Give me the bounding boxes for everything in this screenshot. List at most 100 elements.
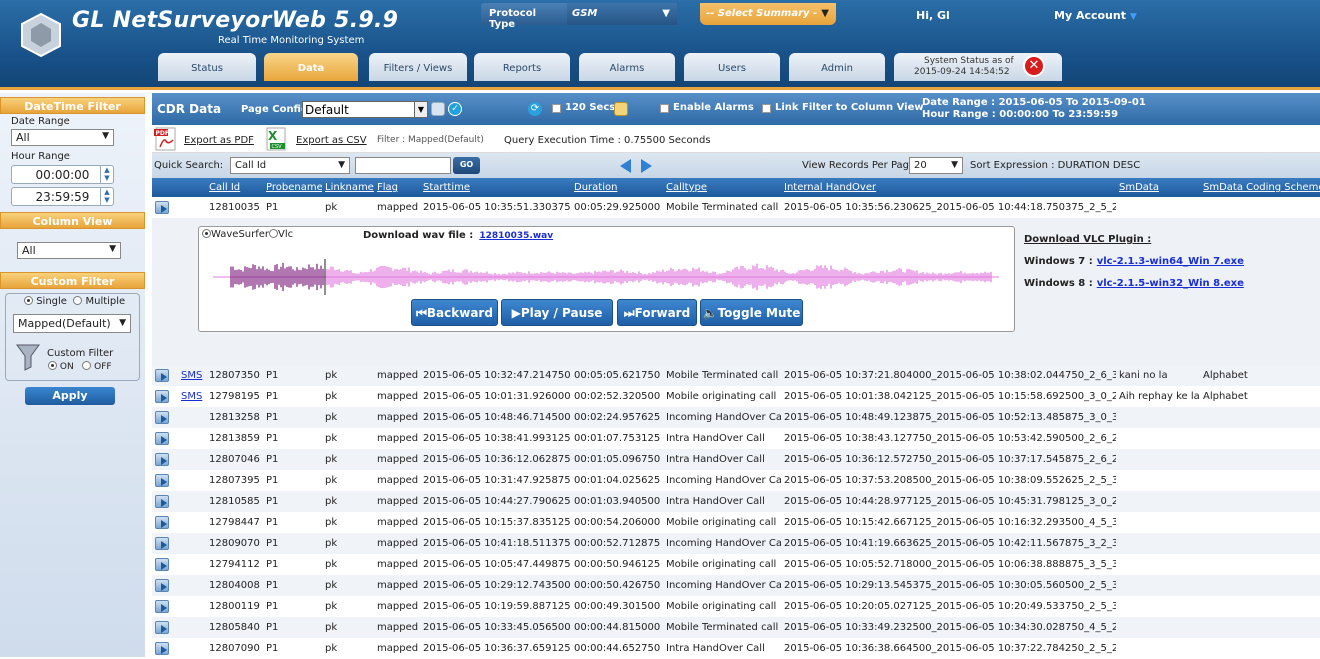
cell-probename: P1 <box>263 407 322 428</box>
waveform[interactable] <box>213 257 999 297</box>
row-expand-icon[interactable] <box>155 495 169 508</box>
table-row[interactable]: 12798447 P1 pk mapped 2015-06-05 10:15:37.83… <box>152 512 1320 533</box>
row-expand-icon[interactable] <box>155 369 169 382</box>
table-row[interactable]: 12809070 P1 pk mapped 2015-06-05 10:41:18.51… <box>152 533 1320 554</box>
tab-users[interactable]: Users <box>684 53 780 81</box>
col-header-calltype[interactable]: Calltype <box>663 178 781 197</box>
tab-data[interactable]: Data <box>264 53 358 81</box>
cell-calltype: Incoming HandOver Call <box>666 475 781 486</box>
table-row[interactable]: 12807395 P1 pk mapped 2015-06-05 10:31:47.92… <box>152 470 1320 491</box>
table-row[interactable]: 12810585 P1 pk mapped 2015-06-05 10:44:27.79… <box>152 491 1320 512</box>
row-expand-icon[interactable] <box>155 432 169 445</box>
table-row[interactable]: 12813258 P1 pk mapped 2015-06-05 10:48:46.71… <box>152 407 1320 428</box>
row-expand-icon[interactable] <box>155 201 169 214</box>
column-view-select[interactable]: All ▼ <box>17 242 121 259</box>
cell-call-id: 12809070 <box>206 533 263 554</box>
table-row[interactable]: 12807046 P1 pk mapped 2015-06-05 10:36:12.06… <box>152 449 1320 470</box>
sms-link[interactable]: SMS <box>181 370 202 381</box>
summary-select[interactable]: -- Select Summary - ▼ <box>700 3 836 25</box>
forward-button[interactable]: ⏭Forward <box>617 299 697 326</box>
table-row[interactable]: SMS 12798195 P1 pk mapped 2015-06-05 10:01:31… <box>152 386 1320 407</box>
win8-vlc-link[interactable]: vlc-2.1.5-win32_Win 8.exe <box>1097 278 1244 289</box>
filter-on-radio[interactable] <box>48 361 57 370</box>
row-expand-icon[interactable] <box>155 642 169 655</box>
hour-end-spinner[interactable]: 23:59:59 ▲ ▼ <box>11 187 114 206</box>
backward-button[interactable]: ⏮Backward <box>411 299 498 326</box>
cell-smdata <box>1116 512 1200 533</box>
filter-off-radio[interactable] <box>82 361 92 370</box>
spinner-arrows-icon[interactable]: ▲ ▼ <box>100 188 113 205</box>
toggle-mute-button[interactable]: 🔈Toggle Mute <box>700 299 803 326</box>
row-expand-icon[interactable] <box>155 474 169 487</box>
col-header-starttime[interactable]: Starttime <box>420 178 571 197</box>
view-records-select[interactable]: 20 ▼ <box>909 157 963 174</box>
edit-icon[interactable] <box>614 102 628 116</box>
link-filter-checkbox[interactable] <box>762 104 771 113</box>
row-expand-icon[interactable] <box>155 579 169 592</box>
quick-search-input[interactable] <box>355 157 451 174</box>
single-radio[interactable] <box>24 296 33 305</box>
wav-file-link[interactable]: 12810035.wav <box>479 231 553 241</box>
enable-alarms-checkbox[interactable] <box>660 104 669 113</box>
quick-search-bar: Quick Search: Call Id ▼ GO View Records P… <box>152 153 1320 178</box>
col-header-smdata[interactable]: SmData <box>1116 178 1200 197</box>
col-header-internal-handover[interactable]: Internal HandOver <box>781 178 1085 197</box>
hour-start-spinner[interactable]: 00:00:00 ▲ ▼ <box>11 165 114 184</box>
spinner-arrows-icon[interactable]: ▲ ▼ <box>100 166 113 183</box>
table-row[interactable]: 12813859 P1 pk mapped 2015-06-05 10:38:41.99… <box>152 428 1320 449</box>
row-expand-icon[interactable] <box>155 600 169 613</box>
quick-search-label: Quick Search: <box>154 160 224 171</box>
row-expand-icon[interactable] <box>155 516 169 529</box>
row-expand-icon[interactable] <box>155 453 169 466</box>
go-button[interactable]: GO <box>453 157 480 174</box>
next-page-icon[interactable] <box>641 159 652 173</box>
table-row[interactable]: SMS 12807350 P1 pk mapped 2015-06-05 10:32:47… <box>152 365 1320 386</box>
table-row[interactable]: 12804008 P1 pk mapped 2015-06-05 10:29:12.74… <box>152 575 1320 596</box>
table-row[interactable]: 12794112 P1 pk mapped 2015-06-05 10:05:47.44… <box>152 554 1320 575</box>
export-csv-link[interactable]: Export as CSV <box>296 135 367 146</box>
pdf-icon[interactable]: PDF <box>154 127 178 151</box>
quick-search-field-select[interactable]: Call Id ▼ <box>230 157 350 174</box>
play-pause-button[interactable]: ▶Play / Pause <box>501 299 613 326</box>
win7-vlc-link[interactable]: vlc-2.1.3-win64_Win 7.exe <box>1097 256 1244 267</box>
tab-filters-views[interactable]: Filters / Views <box>369 53 467 81</box>
col-header-smdata-coding-scheme[interactable]: SmData Coding Scheme <box>1200 178 1320 197</box>
row-expand-icon[interactable] <box>155 621 169 634</box>
row-expand-icon[interactable] <box>155 390 169 403</box>
protocol-type-select[interactable]: GSM ▼ <box>567 3 677 25</box>
tab-admin[interactable]: Admin <box>789 53 885 81</box>
save-icon[interactable] <box>431 102 445 116</box>
tab-alarms[interactable]: Alarms <box>579 53 675 81</box>
row-expand-icon[interactable] <box>155 411 169 424</box>
row-expand-icon[interactable] <box>155 537 169 550</box>
csv-icon[interactable]: X CSV <box>264 127 288 151</box>
table-row[interactable]: 12805840 P1 pk mapped 2015-06-05 10:33:45.05… <box>152 617 1320 638</box>
prev-page-icon[interactable] <box>620 159 631 173</box>
col-header-flag[interactable]: Flag <box>374 178 420 197</box>
page-config-select[interactable]: Default <box>302 101 415 118</box>
status-error-icon[interactable]: ✕ <box>1023 55 1045 77</box>
tab-reports[interactable]: Reports <box>474 53 570 81</box>
table-row[interactable]: 12800119 P1 pk mapped 2015-06-05 10:19:59.88… <box>152 596 1320 617</box>
row-expand-icon[interactable] <box>155 558 169 571</box>
app-subtitle: Real Time Monitoring System <box>218 35 365 46</box>
col-header-call-id[interactable]: Call Id <box>206 178 263 197</box>
check-icon[interactable]: ✓ <box>448 102 462 116</box>
export-pdf-link[interactable]: Export as PDF <box>184 135 254 146</box>
auto-refresh-checkbox[interactable] <box>552 104 561 113</box>
multiple-radio[interactable] <box>73 296 83 305</box>
chevron-down-icon[interactable]: ▼ <box>414 101 428 118</box>
filter-select[interactable]: Mapped(Default) ▼ <box>13 314 131 333</box>
vlc-radio[interactable] <box>269 229 279 238</box>
col-header-probename[interactable]: Probename <box>263 178 322 197</box>
table-row[interactable]: 12807090 P1 pk mapped 2015-06-05 10:36:37.65… <box>152 638 1320 659</box>
sms-link[interactable]: SMS <box>181 391 202 402</box>
wavesurfer-radio[interactable] <box>202 229 211 238</box>
date-range-select[interactable]: All ▼ <box>11 129 114 146</box>
apply-button[interactable]: Apply <box>25 387 115 405</box>
col-header-linkname[interactable]: Linkname <box>322 178 374 197</box>
tab-status[interactable]: Status <box>158 53 256 81</box>
refresh-icon[interactable]: ⟳ <box>528 102 542 116</box>
my-account-menu[interactable]: My Account ▼ <box>1054 9 1137 22</box>
col-header-duration[interactable]: Duration <box>571 178 663 197</box>
